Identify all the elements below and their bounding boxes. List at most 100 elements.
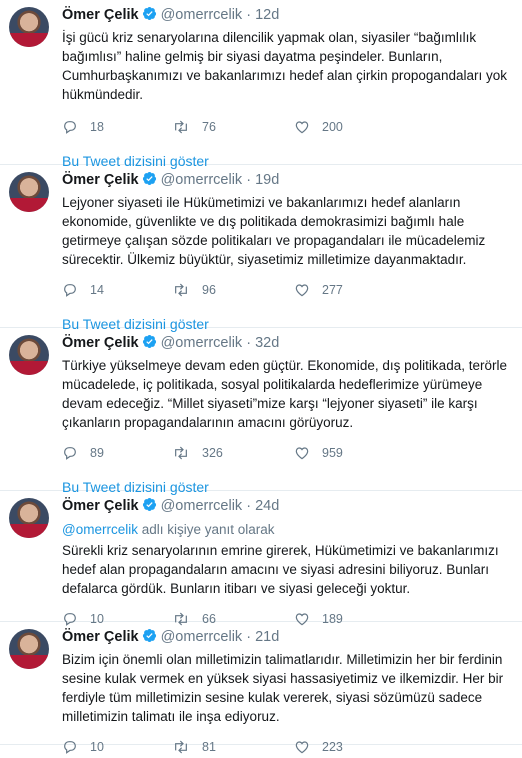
reply-to-suffix: adlı kişiye yanıt olarak bbox=[137, 522, 275, 537]
tweet-time[interactable]: 19d bbox=[255, 172, 279, 188]
tweet-text-line: milletimizin talimatı ile inşa ediyoruz. bbox=[62, 709, 280, 724]
avatar[interactable] bbox=[9, 629, 49, 669]
separator-dot: · bbox=[246, 7, 252, 23]
tweet-text-line: hedef alan propagandaların amacını ve si… bbox=[62, 562, 489, 577]
reply-button[interactable]: 18 bbox=[62, 119, 172, 135]
retweet-icon bbox=[175, 446, 187, 460]
author-handle[interactable]: @omerrcelik bbox=[161, 172, 243, 188]
avatar[interactable] bbox=[9, 335, 49, 375]
tweet-text: Bizim için önemli olan milletimizin tali… bbox=[62, 650, 512, 726]
tweet-text-line: çıkanların propagandalarının amacını gör… bbox=[62, 415, 354, 430]
tweet-header: Ömer Çelik @omerrcelik · 12d bbox=[62, 6, 512, 27]
tweet-actions: 10 81 223 bbox=[62, 736, 512, 758]
reply-icon bbox=[64, 741, 76, 754]
retweet-button[interactable]: 326 bbox=[172, 445, 294, 461]
like-count: 200 bbox=[322, 120, 343, 134]
tweet-text-line: hükmündedir. bbox=[62, 87, 144, 102]
avatar[interactable] bbox=[9, 7, 49, 47]
reply-icon bbox=[64, 447, 76, 460]
tweet-text-line: Sürekli kriz senaryolarının emrine girer… bbox=[62, 543, 499, 558]
like-icon bbox=[295, 121, 309, 134]
reply-mention-link[interactable]: @omerrcelik bbox=[62, 522, 138, 537]
retweet-count: 81 bbox=[202, 740, 216, 754]
tweet-text-line: Cumhurbaşkanımızı ve bakanlarımızı hedef… bbox=[62, 68, 507, 83]
avatar[interactable] bbox=[9, 172, 49, 212]
reply-icon bbox=[64, 284, 76, 297]
verified-badge-icon bbox=[142, 628, 157, 649]
tweet-time[interactable]: 24d bbox=[255, 498, 279, 514]
retweet-icon bbox=[175, 120, 187, 134]
tweet[interactable]: Ömer Çelik @omerrcelik · 32d Türkiye yüks… bbox=[0, 328, 522, 495]
reply-count: 10 bbox=[90, 740, 104, 754]
separator-dot: · bbox=[246, 335, 252, 351]
tweet-text: Türkiye yükselmeye devam eden güçtür. Ek… bbox=[62, 356, 512, 432]
tweet-actions: 18 76 200 bbox=[62, 116, 512, 138]
like-button[interactable]: 277 bbox=[294, 282, 404, 298]
separator-dot: · bbox=[246, 629, 252, 645]
reply-count: 89 bbox=[90, 446, 104, 460]
retweet-count: 326 bbox=[202, 446, 223, 460]
author-name[interactable]: Ömer Çelik bbox=[62, 498, 139, 514]
like-button[interactable]: 959 bbox=[294, 445, 404, 461]
author-handle[interactable]: @omerrcelik bbox=[161, 498, 243, 514]
tweet-text: Lejyoner siyaseti ile Hükümetimizi ve ba… bbox=[62, 193, 512, 269]
tweet[interactable]: Ömer Çelik @omerrcelik · 19d Lejyoner siy… bbox=[0, 165, 522, 332]
tweet-time[interactable]: 32d bbox=[255, 335, 279, 351]
reply-count: 14 bbox=[90, 283, 104, 297]
separator-dot: · bbox=[246, 498, 252, 514]
reply-icon bbox=[64, 121, 76, 134]
tweet-text-line: sürecektir. Ülkemiz büyüktür, siyasetimi… bbox=[62, 252, 467, 267]
tweet-text-line: bağımlısı” haline gelmiş bir siyasi daya… bbox=[62, 49, 443, 64]
tweet-text-line: ekonomide, güvenlikte ve dış politikada … bbox=[62, 214, 465, 229]
verified-badge-icon bbox=[142, 334, 157, 355]
retweet-button[interactable]: 96 bbox=[172, 282, 294, 298]
tweet-text-line: sesine kulak vermek en yüksek siyasi has… bbox=[62, 671, 504, 686]
like-icon bbox=[295, 284, 309, 297]
tweet-header: Ömer Çelik @omerrcelik · 21d bbox=[62, 628, 512, 649]
verified-badge-icon bbox=[142, 497, 157, 518]
avatar[interactable] bbox=[9, 498, 49, 538]
tweet-text-line: defalarca gördük. Bunların itibarı ve si… bbox=[62, 581, 411, 596]
retweet-button[interactable]: 76 bbox=[172, 119, 294, 135]
separator-dot: · bbox=[246, 172, 252, 188]
reply-button[interactable]: 10 bbox=[62, 739, 172, 755]
replying-to: @omerrcelik adlı kişiye yanıt olarak bbox=[62, 520, 512, 539]
verified-badge-icon bbox=[142, 171, 157, 192]
tweet-text-line: Lejyoner siyaseti ile Hükümetimizi ve ba… bbox=[62, 195, 461, 210]
retweet-button[interactable]: 81 bbox=[172, 739, 294, 755]
tweet-time[interactable]: 21d bbox=[255, 629, 279, 645]
tweet-text: Sürekli kriz senaryolarının emrine girer… bbox=[62, 541, 512, 598]
tweet[interactable]: Ömer Çelik @omerrcelik · 12d İşi gücü kri… bbox=[0, 0, 522, 169]
like-count: 277 bbox=[322, 283, 343, 297]
author-name[interactable]: Ömer Çelik bbox=[62, 7, 139, 23]
reply-button[interactable]: 89 bbox=[62, 445, 172, 461]
tweet-text-line: devam edeceğiz. “Millet siyaseti”mize ka… bbox=[62, 396, 478, 411]
reply-button[interactable]: 14 bbox=[62, 282, 172, 298]
like-button[interactable]: 223 bbox=[294, 739, 404, 755]
author-name[interactable]: Ömer Çelik bbox=[62, 335, 139, 351]
verified-badge-icon bbox=[142, 6, 157, 27]
tweet[interactable]: Ömer Çelik @omerrcelik · 24d @omerrcelik … bbox=[0, 491, 522, 626]
tweet-text-line: Bizim için önemli olan milletimizin tali… bbox=[62, 652, 503, 667]
retweet-icon bbox=[175, 740, 187, 754]
tweet-text-line: İşi gücü kriz senaryolarına dilencilik y… bbox=[62, 30, 477, 45]
like-count: 959 bbox=[322, 446, 343, 460]
author-handle[interactable]: @omerrcelik bbox=[161, 629, 243, 645]
author-handle[interactable]: @omerrcelik bbox=[161, 335, 243, 351]
like-button[interactable]: 200 bbox=[294, 119, 404, 135]
retweet-count: 96 bbox=[202, 283, 216, 297]
tweet-time[interactable]: 12d bbox=[255, 7, 279, 23]
author-handle[interactable]: @omerrcelik bbox=[161, 7, 243, 23]
author-name[interactable]: Ömer Çelik bbox=[62, 629, 139, 645]
retweet-icon bbox=[175, 283, 187, 297]
author-name[interactable]: Ömer Çelik bbox=[62, 172, 139, 188]
reply-count: 18 bbox=[90, 120, 104, 134]
tweet-text-line: getirmeye çalışan sözde politikaları ve … bbox=[62, 233, 486, 248]
tweet[interactable]: Ömer Çelik @omerrcelik · 21d Bizim için ö… bbox=[0, 622, 522, 754]
tweet-actions: 89 326 959 bbox=[62, 442, 512, 464]
like-icon bbox=[295, 447, 309, 460]
like-count: 223 bbox=[322, 740, 343, 754]
tweet-actions: 14 96 277 bbox=[62, 279, 512, 301]
tweet-text-line: mücadelede, iç politikada, sosyal politi… bbox=[62, 377, 483, 392]
tweet-feed: Ömer Çelik @omerrcelik · 12d İşi gücü kri… bbox=[0, 0, 522, 754]
